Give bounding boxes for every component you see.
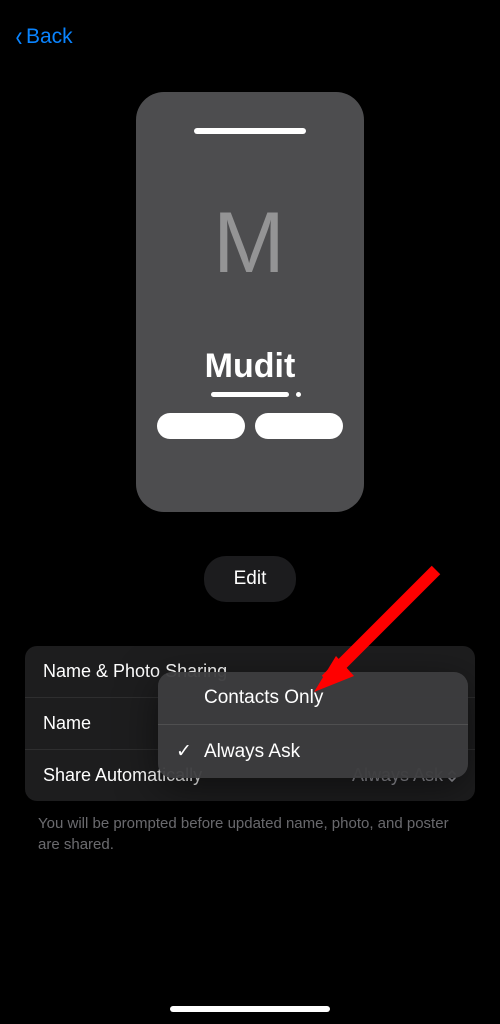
contact-poster-preview[interactable]: M Mudit [136,92,364,512]
poster-container: M Mudit [0,92,500,512]
back-label: Back [26,25,73,49]
row-label: Name [43,713,91,734]
poster-notch-icon [194,128,306,134]
option-label: Contacts Only [204,687,323,709]
home-indicator-icon[interactable] [170,1006,330,1012]
back-button[interactable]: ‹ Back [14,22,73,52]
option-contacts-only[interactable]: Contacts Only [158,672,468,725]
poster-pill-icon [157,413,245,439]
share-automatically-popover: Contacts Only ✓ Always Ask [158,672,468,778]
option-always-ask[interactable]: ✓ Always Ask [158,725,468,778]
poster-pill-icon [255,413,343,439]
poster-initial: M [213,194,287,293]
nav-bar: ‹ Back [0,0,500,62]
poster-name: Mudit [205,347,296,386]
option-label: Always Ask [204,741,300,763]
footer-text: You will be prompted before updated name… [38,813,462,855]
poster-underline-icon [211,392,289,397]
edit-label: Edit [234,568,267,589]
edit-button[interactable]: Edit [204,556,297,602]
chevron-left-icon: ‹ [16,22,23,52]
checkmark-icon: ✓ [176,740,204,763]
poster-pill-row [157,413,343,439]
